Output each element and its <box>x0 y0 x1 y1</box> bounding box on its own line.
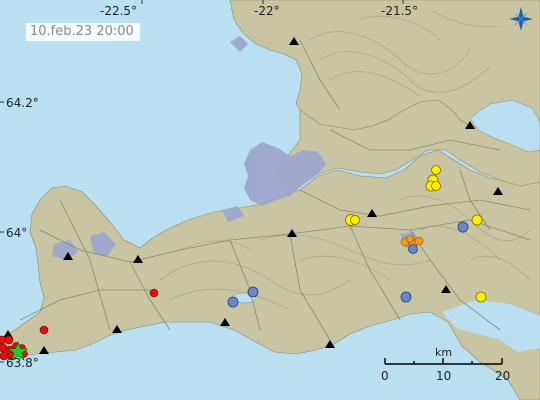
lon-label: -22° <box>254 4 280 18</box>
quake-yellow <box>350 215 360 225</box>
quake-red <box>39 325 49 335</box>
lat-label: 64° <box>6 226 28 240</box>
quake-yellow <box>431 165 441 175</box>
lat-label: 64.2° <box>6 96 39 110</box>
quake-blue <box>457 221 469 233</box>
quake-blue <box>247 286 259 298</box>
quake-blue <box>400 291 412 303</box>
map-canvas[interactable] <box>0 0 540 400</box>
scale-tick-label: 10 <box>436 369 452 383</box>
quake-orange <box>406 235 414 243</box>
scale-unit-label: km <box>435 346 453 359</box>
lon-label: -22.5° <box>100 4 138 18</box>
quake-blue <box>408 244 418 254</box>
timestamp-label: 10.feb.23 20:00 <box>26 23 140 41</box>
quake-blue <box>227 296 239 308</box>
quake-yellow <box>431 181 441 191</box>
scale-tick-label: 20 <box>495 369 511 383</box>
quake-yellow <box>471 214 483 226</box>
scale-tick-label: 0 <box>381 369 389 383</box>
quake-red <box>149 288 159 298</box>
quake-red <box>4 335 14 345</box>
quake-yellow <box>475 291 487 303</box>
quake-orange <box>414 236 424 246</box>
lat-label: 63.8° <box>6 356 39 370</box>
lon-label: -21.5° <box>381 4 419 18</box>
